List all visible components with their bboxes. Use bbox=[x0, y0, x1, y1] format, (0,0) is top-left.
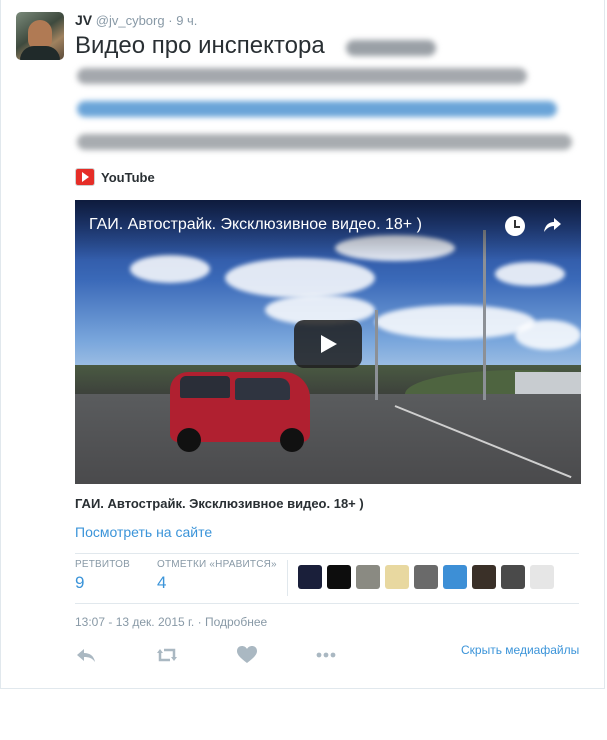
likes-count[interactable]: 4 bbox=[157, 573, 277, 593]
timestamp-separator: · bbox=[197, 615, 202, 629]
watch-later-icon[interactable] bbox=[505, 216, 525, 236]
liker-avatar[interactable] bbox=[472, 565, 496, 589]
author-name[interactable]: JV bbox=[75, 12, 92, 28]
liker-avatar[interactable] bbox=[501, 565, 525, 589]
car-window bbox=[235, 378, 290, 400]
car-window bbox=[180, 376, 230, 398]
retweets-label: РЕТВИТОВ bbox=[75, 559, 131, 570]
more-icon[interactable] bbox=[315, 645, 337, 665]
divider bbox=[75, 553, 579, 554]
lamp-pole bbox=[375, 310, 378, 400]
provider-name: YouTube bbox=[101, 169, 155, 185]
divider bbox=[75, 603, 579, 604]
author-handle[interactable]: @jv_cyborg bbox=[96, 13, 165, 28]
tweet-text: Видео про инспектора bbox=[75, 32, 325, 59]
redacted-text bbox=[77, 68, 527, 84]
liker-avatar[interactable] bbox=[356, 565, 380, 589]
retweets-count[interactable]: 9 bbox=[75, 573, 130, 593]
card-provider[interactable]: YouTube bbox=[75, 167, 155, 187]
avatar-body bbox=[20, 46, 60, 60]
video-player[interactable]: ГАИ. Автострайк. Эксклюзивное видео. 18+… bbox=[75, 200, 581, 484]
hide-media-link[interactable]: Скрыть медиафайлы bbox=[461, 643, 579, 657]
tweet-time[interactable]: 9 ч. bbox=[176, 13, 197, 28]
likers-list bbox=[298, 565, 554, 589]
video-cloud bbox=[495, 262, 565, 286]
header-separator: · bbox=[168, 13, 173, 28]
liker-avatar[interactable] bbox=[298, 565, 322, 589]
card-title[interactable]: ГАИ. Автострайк. Эксклюзивное видео. 18+… bbox=[75, 496, 364, 511]
view-on-site-link[interactable]: Посмотреть на сайте bbox=[75, 524, 212, 540]
liker-avatar[interactable] bbox=[414, 565, 438, 589]
divider bbox=[287, 560, 288, 596]
author-avatar[interactable] bbox=[16, 12, 64, 60]
video-road bbox=[75, 394, 581, 484]
share-icon[interactable] bbox=[541, 214, 563, 236]
liker-avatar[interactable] bbox=[327, 565, 351, 589]
car-wheel bbox=[280, 428, 304, 452]
liker-avatar[interactable] bbox=[530, 565, 554, 589]
video-cloud bbox=[225, 258, 375, 298]
likes-label: ОТМЕТКИ «НРАВИТСЯ» bbox=[157, 559, 277, 570]
likes-stat[interactable]: ОТМЕТКИ «НРАВИТСЯ» 4 bbox=[157, 559, 277, 593]
liker-avatar[interactable] bbox=[443, 565, 467, 589]
redacted-text bbox=[346, 40, 436, 56]
youtube-icon bbox=[75, 168, 95, 186]
car-wheel bbox=[177, 428, 201, 452]
like-icon[interactable] bbox=[236, 645, 258, 665]
video-cloud bbox=[375, 305, 535, 339]
redacted-text bbox=[77, 134, 572, 150]
video-building bbox=[515, 372, 581, 394]
play-button[interactable] bbox=[294, 320, 362, 368]
reply-icon[interactable] bbox=[75, 645, 97, 665]
liker-avatar[interactable] bbox=[385, 565, 409, 589]
retweet-icon[interactable] bbox=[156, 645, 178, 665]
redacted-link bbox=[77, 101, 557, 117]
tweet-timestamp: 13:07 - 13 дек. 2015 г. · Подробнее bbox=[75, 615, 267, 629]
video-cloud bbox=[515, 320, 581, 350]
tweet-card: JV @jv_cyborg · 9 ч. Видео про инспектор… bbox=[0, 0, 605, 689]
tweet-datetime: 13:07 - 13 дек. 2015 г. bbox=[75, 615, 195, 629]
retweets-stat[interactable]: РЕТВИТОВ 9 bbox=[75, 559, 130, 593]
video-title[interactable]: ГАИ. Автострайк. Эксклюзивное видео. 18+… bbox=[89, 216, 422, 234]
tweet-header: JV @jv_cyborg · 9 ч. bbox=[75, 12, 197, 28]
details-link[interactable]: Подробнее bbox=[205, 615, 267, 629]
